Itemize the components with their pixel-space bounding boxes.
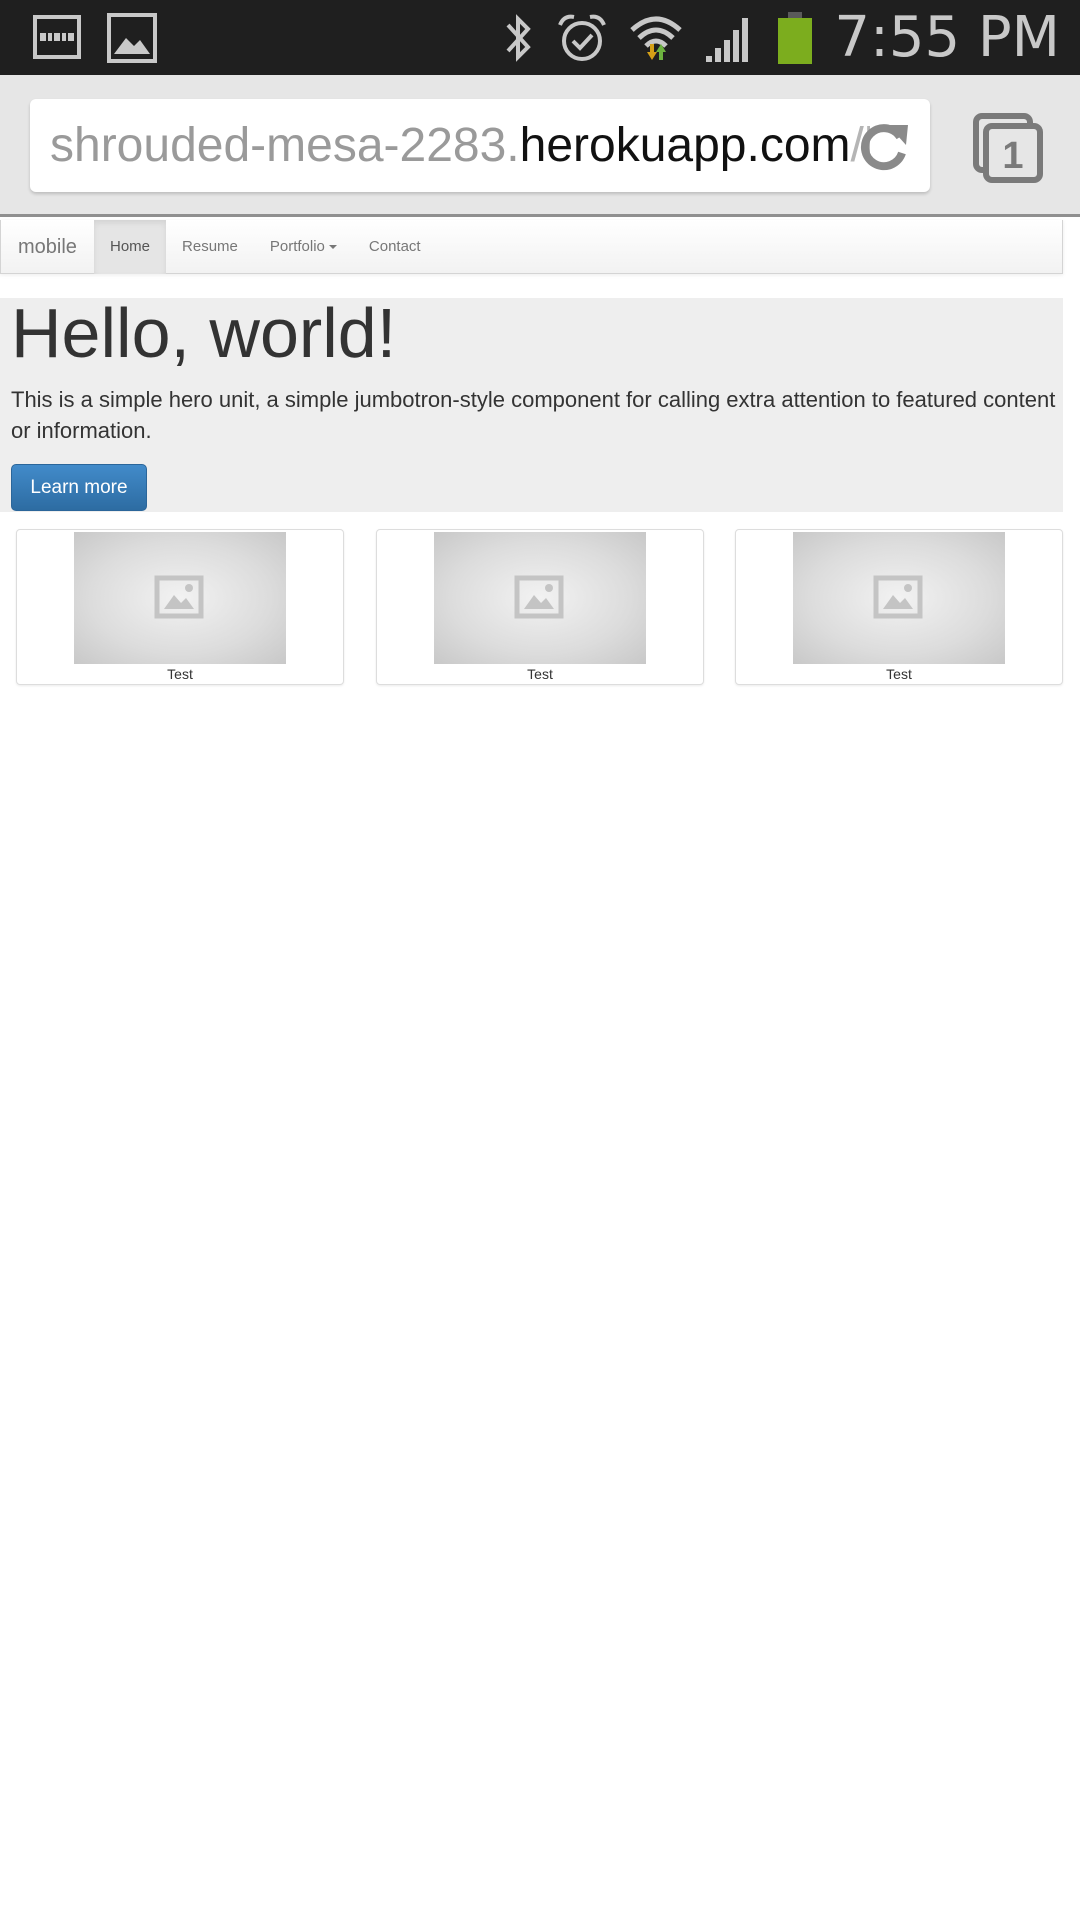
- signal-icon: [706, 18, 749, 62]
- caret-down-icon: [328, 245, 337, 250]
- image-placeholder-icon: [514, 575, 564, 619]
- tabs-icon[interactable]: 1: [972, 112, 1044, 184]
- nav-item-contact[interactable]: Contact: [353, 220, 437, 274]
- wifi-icon: [630, 16, 683, 60]
- image-placeholder-icon: [154, 575, 204, 619]
- nav-item-resume[interactable]: Resume: [166, 220, 254, 274]
- nav-list: Home Resume Portfolio Contact: [94, 220, 437, 274]
- address-bar[interactable]: shrouded-mesa-2283.herokuapp.com/h: [30, 99, 930, 192]
- url-subdomain: shrouded-mesa-2283.: [50, 119, 520, 172]
- battery-icon: [778, 12, 813, 64]
- thumbnail-caption: Test: [886, 666, 912, 682]
- reload-icon[interactable]: [854, 117, 912, 175]
- thumbnail[interactable]: Test: [16, 529, 344, 685]
- clock: 7:55 PM: [834, 5, 1060, 70]
- site-navbar: mobile Home Resume Portfolio Contact: [0, 220, 1063, 274]
- gallery-icon: [107, 13, 157, 63]
- image-placeholder-icon: [873, 575, 923, 619]
- thumbnail-row: Test Test Test: [0, 529, 1080, 687]
- screen: 7:55 PM shrouded-mesa-2283.herokuapp.com…: [0, 0, 1080, 1920]
- thumbnail[interactable]: Test: [376, 529, 704, 685]
- hero-text: This is a simple hero unit, a simple jum…: [11, 387, 1056, 443]
- status-bar: 7:55 PM: [0, 0, 1080, 75]
- alarm-icon: [558, 14, 607, 61]
- hero-unit: Hello, world! This is a simple hero unit…: [0, 298, 1063, 512]
- placeholder-image: [793, 532, 1005, 664]
- browser-toolbar: shrouded-mesa-2283.herokuapp.com/h 1: [0, 75, 1080, 217]
- url-domain: herokuapp.com: [519, 119, 851, 172]
- tab-count: 1: [1002, 135, 1023, 177]
- learn-more-button[interactable]: Learn more: [11, 464, 147, 511]
- url-text: shrouded-mesa-2283.herokuapp.com/h: [50, 99, 870, 192]
- hero-title: Hello, world!: [11, 294, 397, 372]
- placeholder-image: [434, 532, 646, 664]
- bluetooth-icon: [506, 14, 532, 62]
- thumbnail-caption: Test: [527, 666, 553, 682]
- nav-item-portfolio-label: Portfolio: [269, 238, 325, 255]
- placeholder-image: [74, 532, 286, 664]
- thumbnail[interactable]: Test: [735, 529, 1063, 685]
- thumbnail-caption: Test: [167, 666, 193, 682]
- nav-item-portfolio[interactable]: Portfolio: [254, 220, 353, 274]
- screen-mirror-icon: [33, 15, 81, 59]
- nav-item-home[interactable]: Home: [94, 220, 167, 274]
- navbar-brand[interactable]: mobile: [18, 220, 77, 274]
